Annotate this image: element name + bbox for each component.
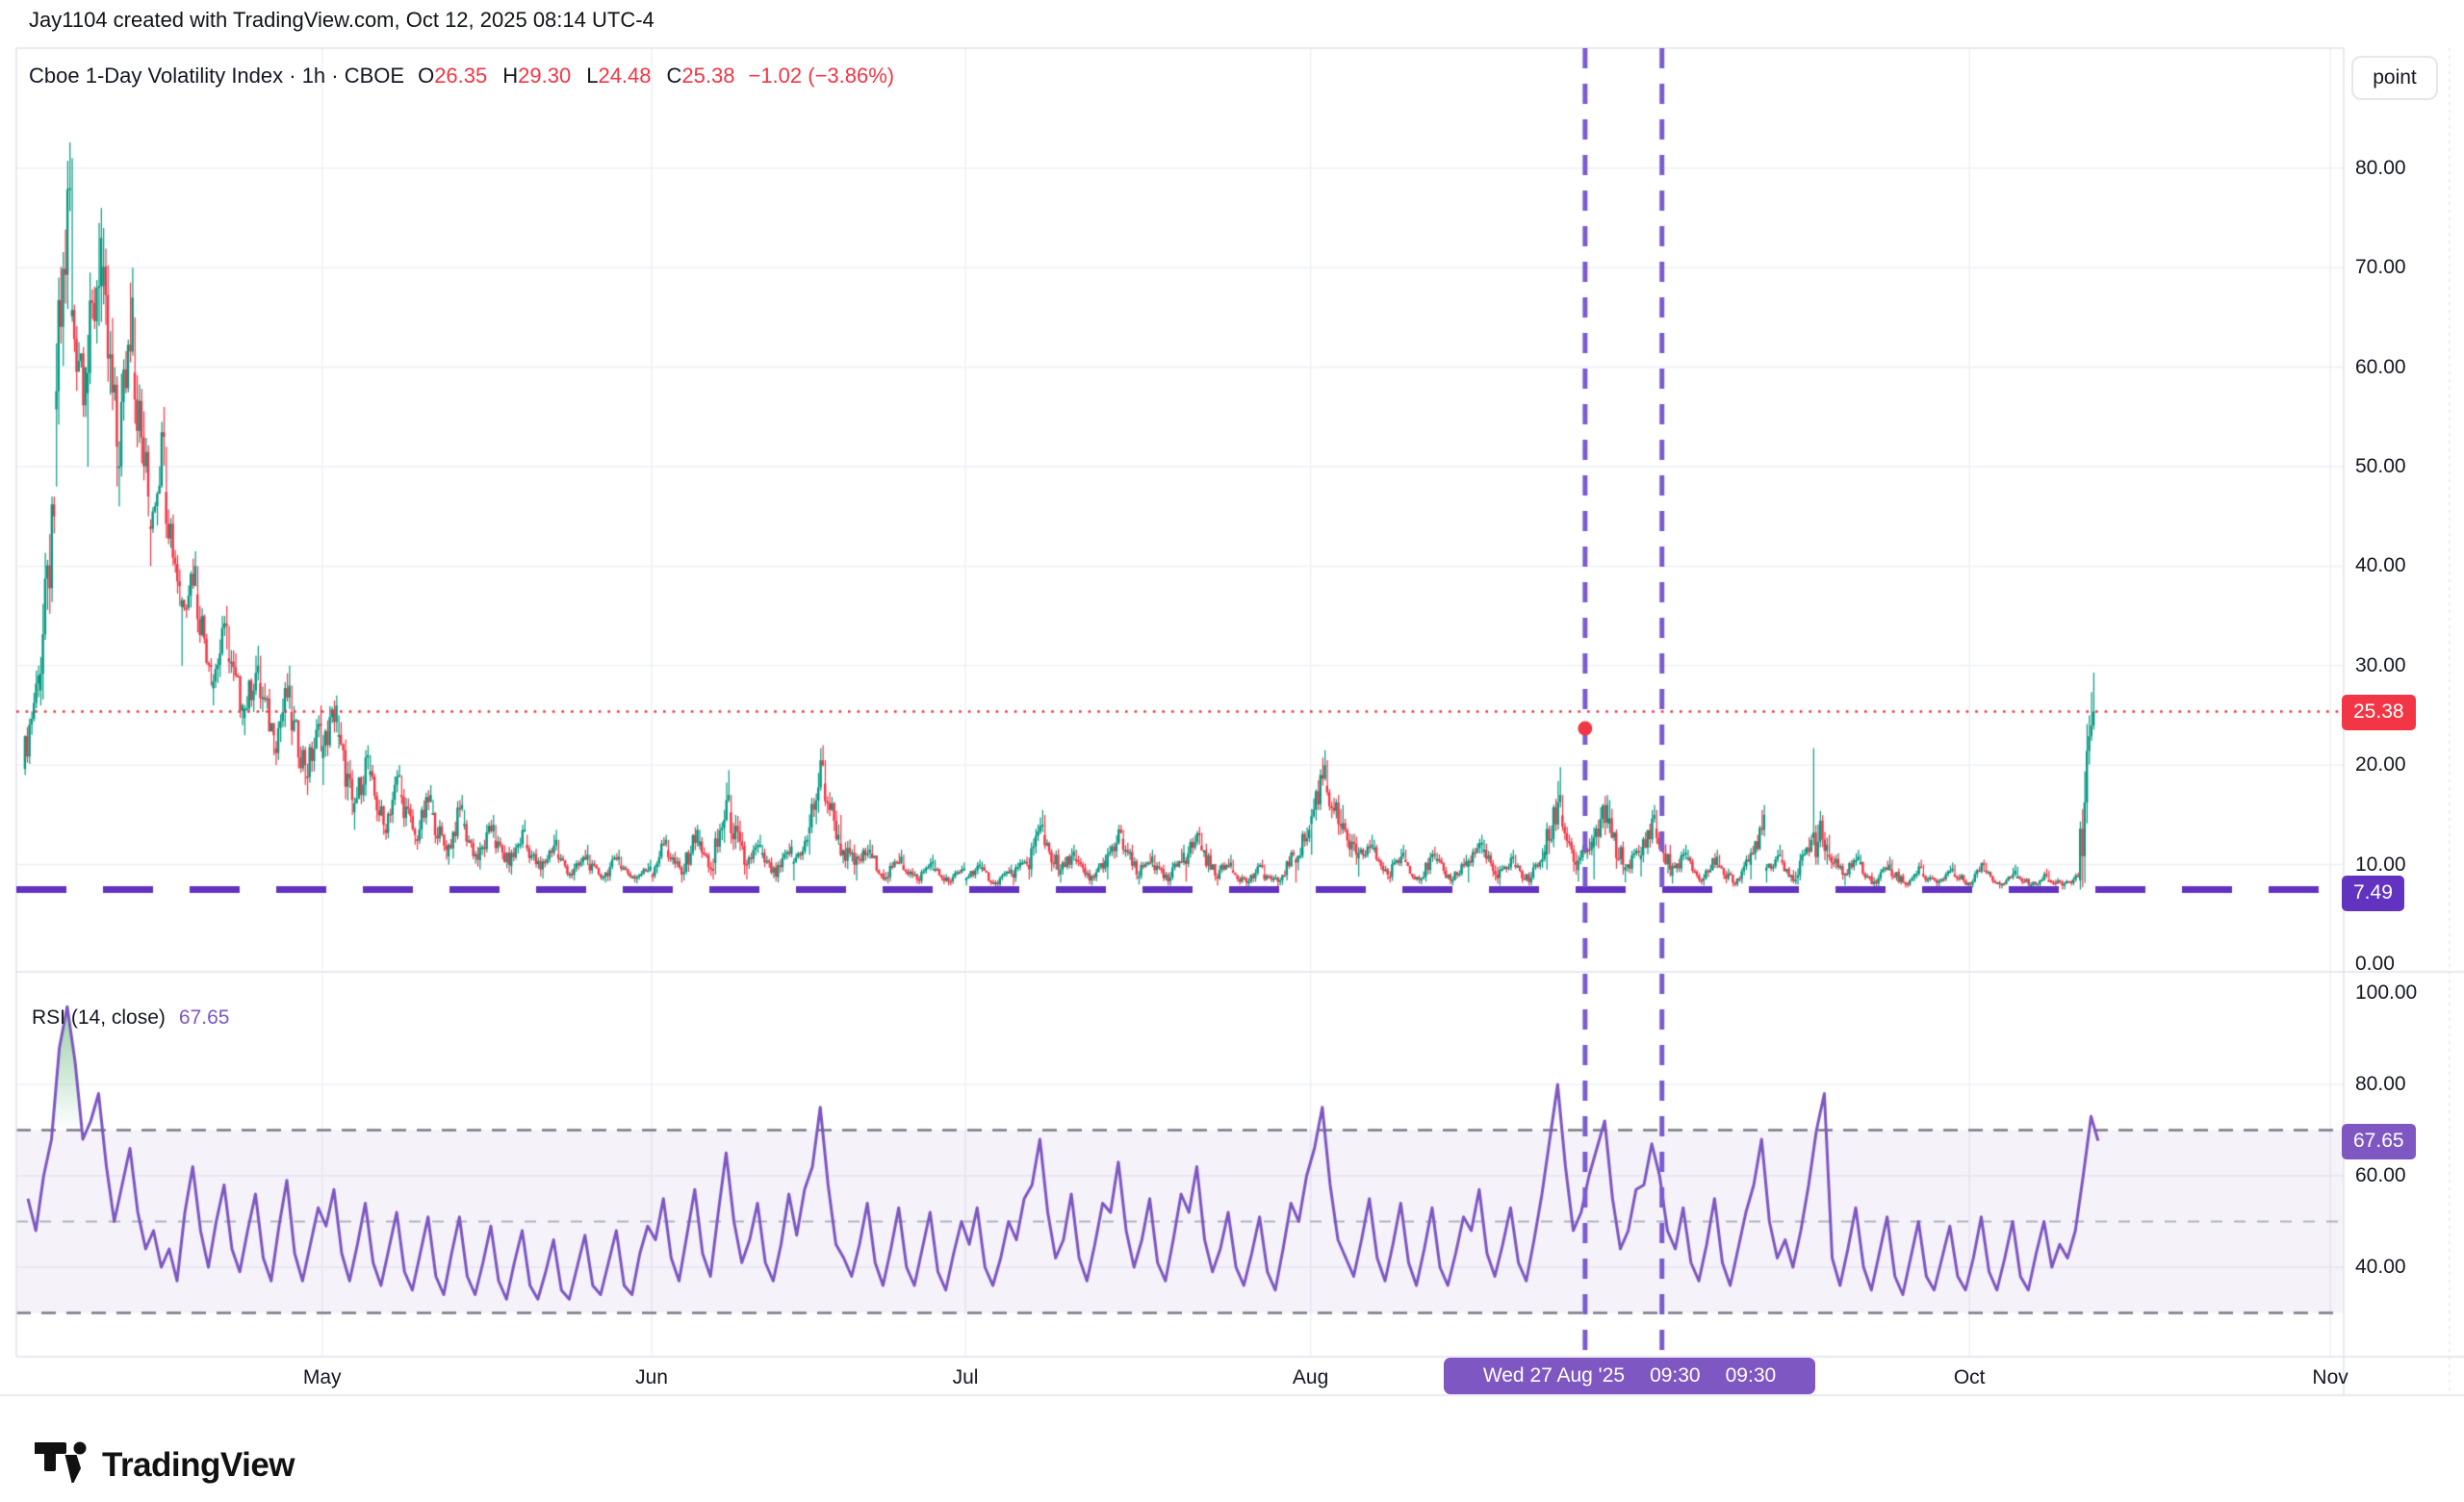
ohlc-pair: L24.48 [586, 64, 651, 89]
symbol-title[interactable]: Cboe 1-Day Volatility Index · 1h · CBOE [29, 64, 404, 89]
price-scale-tick: 20.00 [2355, 752, 2406, 777]
rsi-scale-tick: 80.00 [2355, 1072, 2406, 1097]
crosshair-date: Wed 27 Aug '25 [1483, 1364, 1625, 1387]
price-scale-tick: 10.00 [2355, 853, 2406, 878]
header-credit: Jay1104 created with TradingView.com, Oc… [29, 8, 654, 33]
rsi-scale-tick: 40.00 [2355, 1255, 2406, 1280]
time-axis-month-label: Aug [1293, 1366, 1328, 1389]
price-scale-tick: 60.00 [2355, 355, 2406, 380]
price-scale-tick: 50.00 [2355, 454, 2406, 479]
rsi-scale-tick: 100.00 [2355, 980, 2417, 1006]
price-scale-tick: 30.00 [2355, 653, 2406, 678]
rsi-scale-tick: 60.00 [2355, 1163, 2406, 1188]
tradingview-chart-page: Jay1104 created with TradingView.com, Oc… [0, 0, 2464, 1502]
time-axis-month-label: Oct [1954, 1366, 1986, 1389]
change-value: −1.02 (−3.86%) [748, 64, 894, 89]
alert-price-badge: 7.49 [2342, 876, 2404, 911]
chart-legend[interactable]: Cboe 1-Day Volatility Index · 1h · CBOE … [29, 64, 894, 89]
ohlc-values: O26.35 H29.30 L24.48 C25.38 [418, 64, 734, 89]
price-scale-tick: 40.00 [2355, 553, 2406, 578]
price-scale-tick: 80.00 [2355, 156, 2406, 181]
tradingview-wordmark: TradingView [102, 1446, 295, 1485]
footer-branding[interactable]: TradingView [35, 1441, 295, 1489]
rsi-label[interactable]: RSI (14, close) [32, 1006, 166, 1030]
price-scale-tick: 0.00 [2355, 952, 2395, 977]
time-axis-month-label: Jun [635, 1366, 668, 1389]
rsi-legend[interactable]: RSI (14, close) 67.65 [32, 1006, 229, 1030]
price-scale-unit-button[interactable]: point [2351, 56, 2438, 100]
price-scale-tick: 70.00 [2355, 255, 2406, 280]
time-axis-month-label: Jul [953, 1366, 979, 1389]
crosshair-time-2: 09:30 [1726, 1364, 1777, 1387]
crosshair-time-badge: Wed 27 Aug '25 09:30 09:30 [1444, 1358, 1815, 1394]
chart-plot-canvas[interactable] [0, 0, 2464, 1502]
rsi-current-value: 67.65 [179, 1006, 230, 1030]
ohlc-pair: O26.35 [418, 64, 487, 89]
ohlc-pair: H29.30 [502, 64, 571, 89]
tradingview-logo-icon[interactable] [35, 1441, 89, 1489]
ohlc-pair: C25.38 [667, 64, 735, 89]
rsi-value-badge: 67.65 [2342, 1124, 2416, 1159]
crosshair-time-1: 09:30 [1650, 1364, 1701, 1387]
time-axis-month-label: Nov [2312, 1366, 2348, 1389]
time-axis-month-label: May [303, 1366, 342, 1389]
last-price-badge: 25.38 [2342, 695, 2416, 730]
